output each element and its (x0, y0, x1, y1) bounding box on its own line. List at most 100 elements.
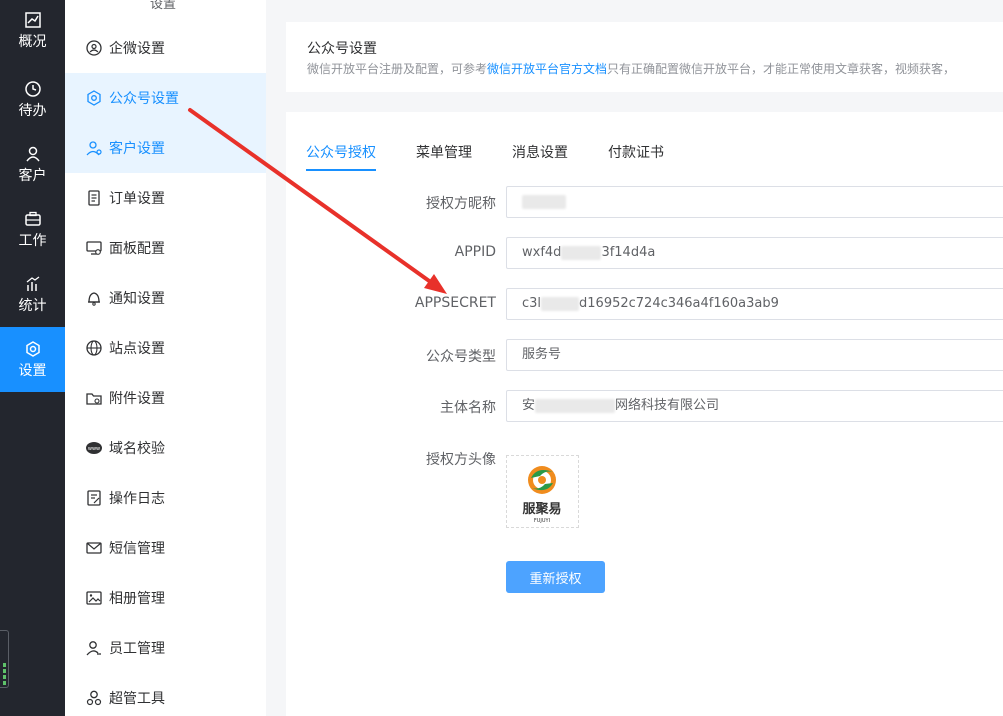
appid-label: APPID (454, 244, 496, 260)
menu-item-wecom[interactable]: 企微设置 (65, 23, 266, 73)
redacted-value (522, 194, 566, 209)
menu-item-admin[interactable]: 超管工具 (65, 673, 266, 716)
desc-text-after: 只有正确配置微信开放平台，才能正常使用文章获客，视频获客， (607, 62, 956, 76)
form-row-nickname: 授权方昵称 (286, 186, 1003, 218)
entity-name-label: 主体名称 (440, 400, 496, 416)
folder-icon (86, 393, 102, 405)
appid-value-end: 3f14d4a (601, 245, 656, 260)
rail-item-label: 待办 (18, 102, 47, 119)
menu-item-official-account[interactable]: 公众号设置 (65, 73, 266, 123)
user-icon (25, 146, 40, 161)
volume-meter (0, 630, 9, 688)
redacted-value (535, 398, 616, 413)
menu-item-label: 员工管理 (109, 641, 165, 657)
appsecret-label: APPSECRET (414, 295, 496, 311)
tab-message-settings[interactable]: 消息设置 (512, 142, 568, 162)
rail-item-label: 工作 (18, 232, 47, 249)
menu-item-site[interactable]: 站点设置 (65, 323, 266, 373)
form-row-avatar: 授权方头像 (286, 442, 1003, 474)
doc-link[interactable]: 微信开放平台官方文档 (487, 62, 607, 76)
rail-item-stats[interactable]: 统计 (0, 262, 65, 327)
menu-item-label: 相册管理 (109, 591, 165, 607)
mail-icon (86, 542, 102, 554)
bell-icon (88, 292, 100, 306)
menu-item-staff[interactable]: 员工管理 (65, 623, 266, 673)
redacted-value (541, 296, 580, 311)
account-type-label: 公众号类型 (426, 349, 496, 365)
page-header: 公众号设置 微信开放平台注册及配置，可参考微信开放平台官方文档只有正确配置微信开… (286, 22, 1003, 92)
desc-text: 微信开放平台注册及配置，可参考 (307, 62, 488, 76)
monitor-icon (86, 241, 102, 255)
menu-item-label: 订单设置 (109, 191, 165, 207)
menu-item-label: 附件设置 (109, 391, 165, 407)
settings-menu: 设置 企微设置 公众号设置 客户设置 订单设置 面板配置 通知设置 站点设置 附… (65, 0, 266, 716)
form-row-account-type: 公众号类型 服务号 (286, 339, 1003, 371)
form-row-appid: APPID wxf4d 3f14d4a (286, 237, 1003, 269)
menu-item-sms[interactable]: 短信管理 (65, 523, 266, 573)
rail-item-settings[interactable]: 设置 (0, 327, 65, 392)
nickname-field[interactable] (506, 186, 1003, 218)
image-icon (86, 591, 102, 605)
appid-field[interactable]: wxf4d 3f14d4a (506, 237, 1003, 269)
menu-item-label: 操作日志 (109, 491, 165, 507)
rail-item-todo[interactable]: 待办 (0, 67, 65, 132)
clock-icon (24, 80, 41, 97)
order-icon (88, 190, 100, 206)
bar-chart-icon (26, 275, 39, 291)
menu-item-label: 通知设置 (109, 291, 165, 307)
reauthorize-button[interactable]: 重新授权 (506, 561, 605, 593)
menu-heading: 设置 (150, 0, 177, 12)
menu-item-album[interactable]: 相册管理 (65, 573, 266, 623)
redacted-value (561, 245, 602, 260)
menu-item-panel[interactable]: 面板配置 (65, 223, 266, 273)
auth-panel: 公众号授权 菜单管理 消息设置 付款证书 授权方昵称 APPID wxf4d 3f… (286, 112, 1003, 716)
tab-authorization[interactable]: 公众号授权 (306, 142, 376, 162)
logo-text: 服聚易 (522, 502, 561, 517)
globe-icon (86, 340, 102, 356)
menu-item-attachment[interactable]: 附件设置 (65, 373, 266, 423)
rail-item-label: 客户 (18, 167, 47, 184)
admin-icon (86, 690, 102, 706)
menu-item-customer[interactable]: 客户设置 (65, 123, 266, 173)
brand-logo: 服聚易 FUJUYI (522, 466, 562, 524)
tab-payment-cert[interactable]: 付款证书 (608, 142, 664, 162)
settings-icon (25, 340, 40, 357)
menu-item-label: 超管工具 (109, 691, 165, 707)
menu-item-label: 短信管理 (109, 541, 165, 557)
appsecret-value-end: d16952c724c346a4f160a3ab9 (579, 296, 779, 311)
rail-item-label: 设置 (18, 362, 47, 379)
gear-icon (87, 90, 101, 106)
www-icon: www (86, 442, 102, 454)
menu-item-label: 企微设置 (109, 41, 165, 57)
appsecret-value-start: c3l (522, 296, 542, 311)
entity-value-start: 安 (522, 398, 536, 413)
avatar: 服聚易 FUJUYI (506, 455, 579, 528)
rail-item-overview[interactable]: 概况 (0, 0, 65, 62)
page-description: 微信开放平台注册及配置，可参考微信开放平台官方文档只有正确配置微信开放平台，才能… (307, 60, 955, 77)
rail-item-customer[interactable]: 客户 (0, 132, 65, 197)
tab-menu-management[interactable]: 菜单管理 (416, 142, 472, 162)
menu-item-order[interactable]: 订单设置 (65, 173, 266, 223)
menu-item-label: 客户设置 (109, 141, 165, 157)
page-title: 公众号设置 (307, 41, 377, 57)
rail-item-label: 统计 (18, 297, 47, 314)
appsecret-field[interactable]: c3l d16952c724c346a4f160a3ab9 (506, 288, 1003, 320)
account-type-field[interactable]: 服务号 (506, 339, 1003, 371)
customer-icon (86, 141, 102, 156)
entity-name-field[interactable]: 安 网络科技有限公司 (506, 390, 1003, 422)
menu-item-notify[interactable]: 通知设置 (65, 273, 266, 323)
form-row-appsecret: APPSECRET c3l d16952c724c346a4f160a3ab9 (286, 288, 1003, 320)
briefcase-icon (24, 211, 41, 226)
rail-item-label: 概况 (18, 34, 47, 50)
logo-subtext: FUJUYI (534, 518, 550, 524)
staff-icon (86, 641, 101, 656)
rail-item-work[interactable]: 工作 (0, 197, 65, 262)
chart-line-icon (24, 12, 41, 28)
appid-value-start: wxf4d (522, 245, 562, 260)
avatar-label: 授权方头像 (426, 452, 496, 468)
menu-item-domain[interactable]: www 域名校验 (65, 423, 266, 473)
wecom-icon (86, 40, 102, 56)
form-row-entity-name: 主体名称 安 网络科技有限公司 (286, 390, 1003, 422)
log-icon (87, 490, 101, 506)
menu-item-log[interactable]: 操作日志 (65, 473, 266, 523)
